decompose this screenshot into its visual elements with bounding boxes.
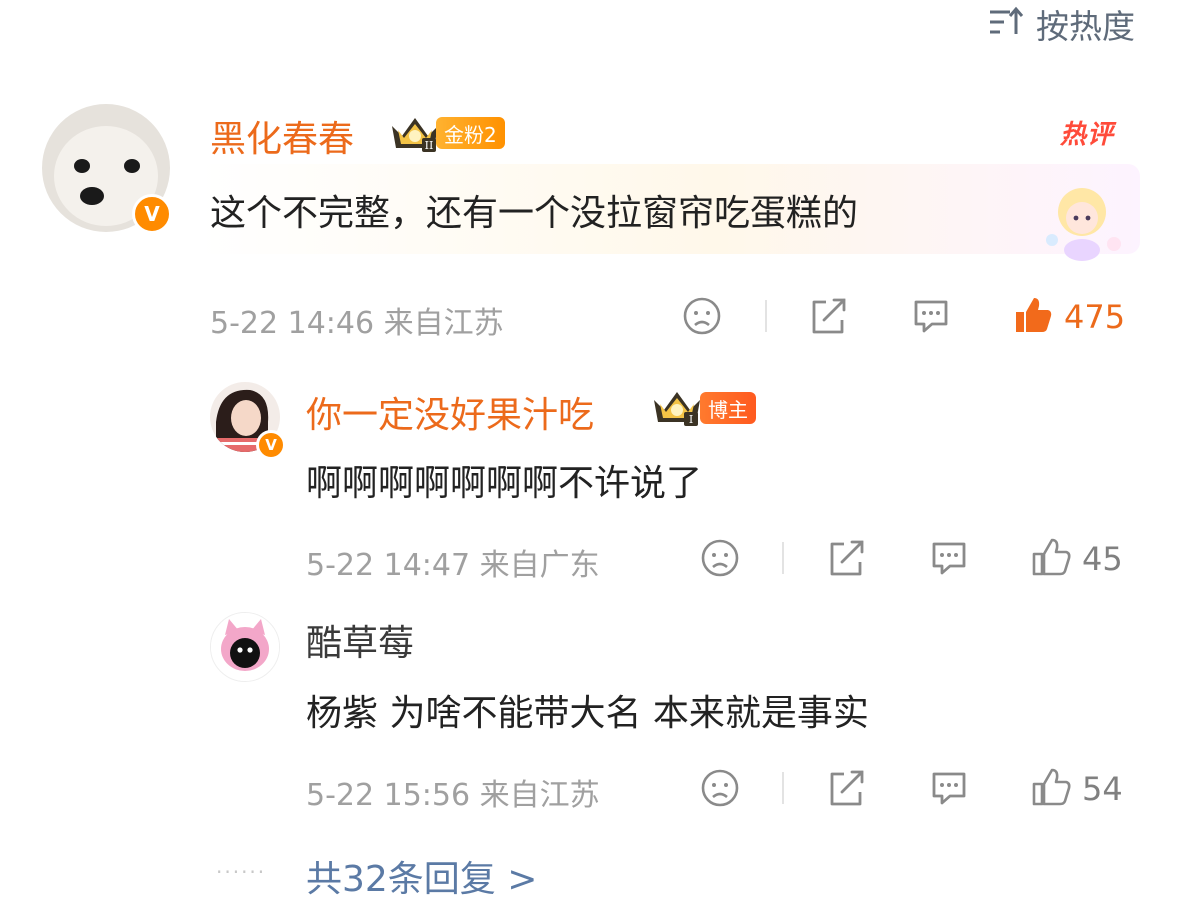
reply-text: 啊啊啊啊啊啊啊不许说了	[306, 463, 703, 504]
dislike-face-icon	[700, 538, 740, 582]
more-replies-dots: ······	[216, 860, 267, 884]
reply-username[interactable]: 你一定没好果汁吃	[306, 386, 594, 438]
comment-meta: 5-22 14:46 来自江苏	[210, 306, 504, 341]
svg-text:II: II	[425, 139, 434, 152]
reply-meta: 5-22 14:47 来自广东	[306, 548, 600, 583]
dislike-button[interactable]	[682, 296, 722, 340]
comment-icon	[928, 768, 970, 812]
share-button[interactable]	[826, 538, 868, 582]
comment-text: 这个不完整，还有一个没拉窗帘吃蛋糕的	[210, 193, 859, 234]
sort-by-hot-button[interactable]: 按热度	[988, 4, 1135, 46]
share-button[interactable]	[826, 768, 868, 812]
comment-button[interactable]	[910, 296, 952, 340]
dislike-button[interactable]	[700, 538, 740, 582]
like-count: 54	[1082, 770, 1123, 808]
more-replies-link[interactable]: 共32条回复 >	[306, 850, 537, 902]
sort-label: 按热度	[1036, 7, 1135, 46]
reply-username[interactable]: 酷草莓	[306, 614, 414, 666]
verified-v-icon: V	[132, 194, 172, 234]
comment-button[interactable]	[928, 538, 970, 582]
reply-text: 杨紫 为啥不能带大名 本来就是事实	[306, 693, 869, 734]
reply-meta: 5-22 15:56 来自江苏	[306, 778, 600, 813]
like-count: 475	[1064, 298, 1126, 336]
crown-icon: II	[388, 112, 442, 158]
action-divider	[765, 300, 767, 332]
share-button[interactable]	[808, 296, 850, 340]
comment-button[interactable]	[928, 768, 970, 812]
share-icon	[808, 296, 850, 340]
action-divider	[782, 772, 784, 804]
dislike-button[interactable]	[700, 768, 740, 812]
reply-avatar[interactable]	[210, 612, 280, 682]
like-count: 45	[1082, 540, 1123, 578]
verified-v-icon: V	[256, 430, 286, 460]
like-button[interactable]: 54	[1030, 766, 1123, 812]
comment-username[interactable]: 黑化春春	[210, 110, 354, 162]
crown-icon: I	[650, 386, 704, 432]
comment-icon	[910, 296, 952, 340]
decoration-sticker	[1034, 178, 1130, 268]
blogger-badge: 博主	[700, 392, 756, 424]
hot-comment-tag: 热评	[1060, 120, 1115, 150]
like-button[interactable]: 45	[1030, 536, 1123, 582]
like-icon	[1030, 766, 1072, 812]
like-icon	[1030, 536, 1072, 582]
like-icon	[1012, 294, 1054, 340]
fan-level-badge: 金粉2	[436, 117, 505, 149]
dislike-face-icon	[682, 296, 722, 340]
svg-text:I: I	[689, 413, 693, 426]
dislike-face-icon	[700, 768, 740, 812]
sort-icon	[988, 6, 1024, 42]
share-icon	[826, 768, 868, 812]
like-button[interactable]: 475	[1012, 294, 1125, 340]
share-icon	[826, 538, 868, 582]
comment-icon	[928, 538, 970, 582]
action-divider	[782, 542, 784, 574]
